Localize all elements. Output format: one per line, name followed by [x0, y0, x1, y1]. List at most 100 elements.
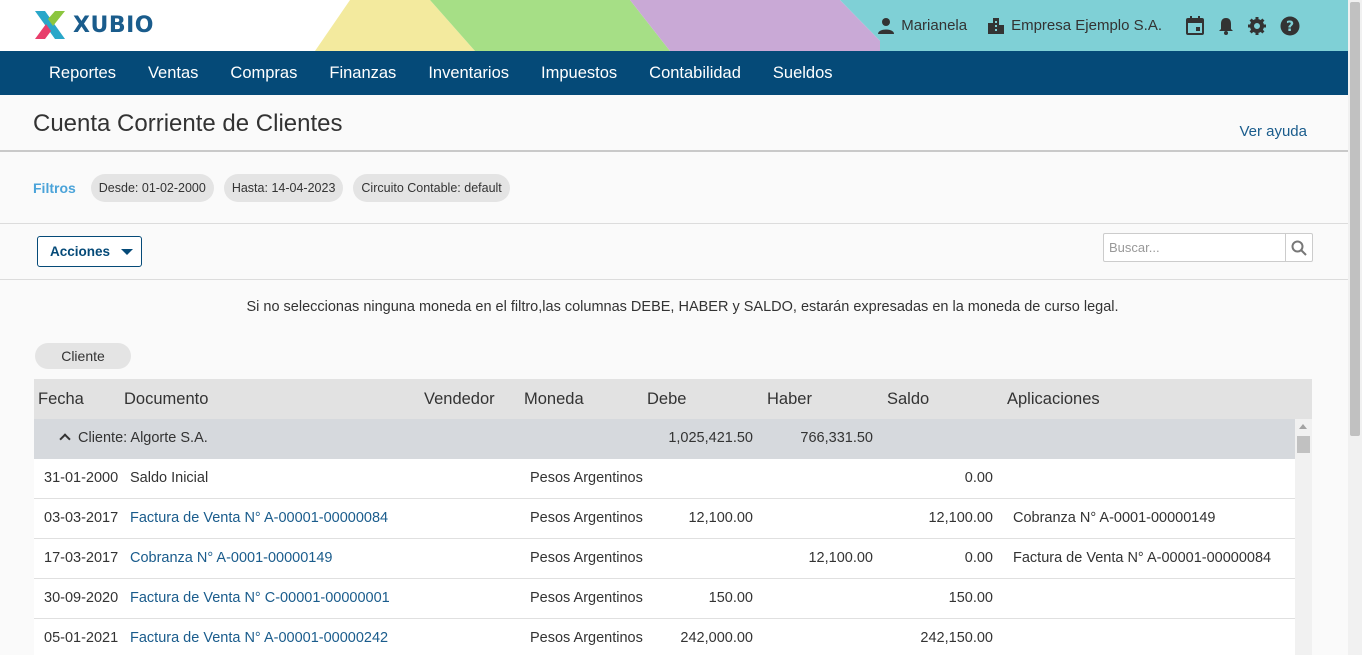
- cell-aplicaciones: Factura de Venta N° A-00001-00000084: [1013, 550, 1272, 566]
- header-right: Marianela Empresa Ejemplo S.A. ?: [857, 0, 1300, 51]
- filter-chip-desde[interactable]: Desde: 01-02-2000: [90, 173, 214, 202]
- cell-saldo: 150.00: [948, 590, 993, 606]
- user-icon: [878, 17, 895, 34]
- help-icon: ?: [1280, 16, 1300, 35]
- filter-value: default: [464, 180, 502, 195]
- filter-value: 14-04-2023: [271, 180, 336, 195]
- cell-moneda: Pesos Argentinos: [530, 590, 643, 606]
- filter-key: Circuito Contable:: [361, 180, 461, 195]
- column-header-saldo[interactable]: Saldo: [887, 390, 929, 409]
- column-header-haber[interactable]: Haber: [767, 390, 812, 409]
- filter-chip-hasta[interactable]: Hasta: 14-04-2023: [223, 173, 344, 202]
- document-link[interactable]: Factura de Venta N° A-00001-00000242: [130, 630, 388, 646]
- table-scrollbar-thumb[interactable]: [1297, 436, 1310, 453]
- table-row: 05-01-2021 Factura de Venta N° A-00001-0…: [34, 619, 1295, 655]
- top-header: XUBIO Marianela Empresa Ejemplo S.A. ?: [0, 0, 1348, 51]
- actions-label: Acciones: [50, 244, 111, 259]
- cell-debe: 12,100.00: [688, 510, 753, 526]
- calendar-icon: [1186, 16, 1204, 35]
- nav-item-inventarios[interactable]: Inventarios: [412, 51, 525, 95]
- column-header-fecha[interactable]: Fecha: [38, 390, 84, 409]
- cell-saldo: 242,150.00: [920, 630, 993, 646]
- document-link[interactable]: Cobranza N° A-0001-00000149: [130, 550, 333, 566]
- company-menu[interactable]: Empresa Ejemplo S.A.: [987, 17, 1162, 35]
- cell-fecha: 03-03-2017: [44, 510, 119, 526]
- chevron-up-icon[interactable]: [59, 433, 71, 445]
- cell-moneda: Pesos Argentinos: [530, 630, 643, 646]
- client-group-row[interactable]: Cliente: Algorte S.A. 1,025,421.50 766,3…: [34, 419, 1295, 459]
- search-icon: [1291, 240, 1307, 256]
- document-link[interactable]: Factura de Venta N° C-00001-00000001: [130, 590, 390, 606]
- table-row: 17-03-2017 Cobranza N° A-0001-00000149 P…: [34, 539, 1295, 579]
- search-button[interactable]: [1285, 234, 1312, 261]
- column-header-vendedor[interactable]: Vendedor: [424, 390, 495, 409]
- search-box: [1103, 233, 1313, 262]
- header-decoration: [315, 0, 920, 51]
- caret-down-icon: [121, 249, 133, 255]
- calendar-button[interactable]: [1186, 16, 1204, 35]
- user-name: Marianela: [901, 17, 968, 34]
- cell-saldo: 0.00: [964, 470, 993, 486]
- logo[interactable]: XUBIO: [33, 9, 154, 41]
- document-link[interactable]: Factura de Venta N° A-00001-00000084: [130, 510, 388, 526]
- column-header-moneda[interactable]: Moneda: [524, 390, 584, 409]
- toolbar: Acciones: [0, 224, 1348, 280]
- column-header-debe[interactable]: Debe: [647, 390, 686, 409]
- cell-aplicaciones: Cobranza N° A-0001-00000149: [1013, 510, 1216, 526]
- cell-moneda: Pesos Argentinos: [530, 470, 643, 486]
- filter-key: Hasta:: [231, 180, 268, 195]
- cell-saldo: 12,100.00: [928, 510, 993, 526]
- cell-moneda: Pesos Argentinos: [530, 550, 643, 566]
- user-menu[interactable]: Marianela: [877, 17, 967, 35]
- company-name: Empresa Ejemplo S.A.: [1011, 17, 1162, 34]
- table-header: Fecha Documento Vendedor Moneda Debe Hab…: [34, 379, 1312, 419]
- settings-button[interactable]: [1248, 16, 1266, 35]
- group-haber: 766,331.50: [800, 430, 873, 446]
- group-debe: 1,025,421.50: [668, 430, 753, 446]
- cell-moneda: Pesos Argentinos: [530, 510, 643, 526]
- column-header-documento[interactable]: Documento: [124, 390, 208, 409]
- main-nav: Reportes Ventas Compras Finanzas Inventa…: [0, 51, 1348, 95]
- nav-item-finanzas[interactable]: Finanzas: [313, 51, 412, 95]
- column-header-aplicaciones[interactable]: Aplicaciones: [1007, 390, 1100, 409]
- cell-fecha: 30-09-2020: [44, 590, 119, 606]
- currency-notice: Si no seleccionas ninguna moneda en el f…: [246, 299, 1119, 315]
- xubio-logo-icon: [35, 11, 65, 39]
- brand-name: XUBIO: [73, 12, 154, 38]
- nav-item-ventas[interactable]: Ventas: [132, 51, 214, 95]
- gear-icon: [1248, 16, 1266, 35]
- table-row: 30-09-2020 Factura de Venta N° C-00001-0…: [34, 579, 1295, 619]
- group-label: Cliente: Algorte S.A.: [78, 430, 208, 446]
- help-link[interactable]: Ver ayuda: [1239, 123, 1307, 140]
- filter-value: 01-02-2000: [141, 180, 206, 195]
- filters-bar: Filtros Desde: 01-02-2000 Hasta: 14-04-2…: [0, 152, 1348, 224]
- page-title: Cuenta Corriente de Clientes: [33, 110, 343, 137]
- actions-dropdown[interactable]: Acciones: [37, 236, 142, 267]
- scroll-up-arrow-icon[interactable]: [1299, 424, 1307, 429]
- cell-fecha: 31-01-2000: [44, 470, 119, 486]
- help-button[interactable]: ?: [1280, 16, 1300, 36]
- cell-haber: 12,100.00: [808, 550, 873, 566]
- nav-item-contabilidad[interactable]: Contabilidad: [633, 51, 757, 95]
- building-icon: [988, 17, 1005, 34]
- notifications-button[interactable]: [1218, 17, 1234, 35]
- table-row: 31-01-2000 Saldo Inicial Pesos Argentino…: [34, 459, 1295, 499]
- cell-documento: Saldo Inicial: [130, 470, 209, 486]
- svg-text:?: ?: [1286, 19, 1294, 35]
- nav-item-impuestos[interactable]: Impuestos: [525, 51, 633, 95]
- group-by-chip[interactable]: Cliente: [35, 343, 131, 369]
- page-scrollbar-thumb[interactable]: [1350, 2, 1360, 436]
- nav-item-sueldos[interactable]: Sueldos: [757, 51, 849, 95]
- table-scrollbar[interactable]: [1295, 419, 1312, 655]
- nav-item-reportes[interactable]: Reportes: [33, 51, 132, 95]
- search-input[interactable]: [1104, 234, 1285, 261]
- filter-key: Desde:: [98, 180, 139, 195]
- bell-icon: [1219, 17, 1233, 35]
- cell-fecha: 05-01-2021: [44, 630, 119, 646]
- cell-saldo: 0.00: [964, 550, 993, 566]
- title-bar: Cuenta Corriente de Clientes Ver ayuda: [0, 95, 1348, 152]
- filters-label[interactable]: Filtros: [33, 180, 76, 196]
- nav-item-compras[interactable]: Compras: [214, 51, 313, 95]
- table-row: 03-03-2017 Factura de Venta N° A-00001-0…: [34, 499, 1295, 539]
- filter-chip-circuito[interactable]: Circuito Contable: default: [353, 173, 510, 202]
